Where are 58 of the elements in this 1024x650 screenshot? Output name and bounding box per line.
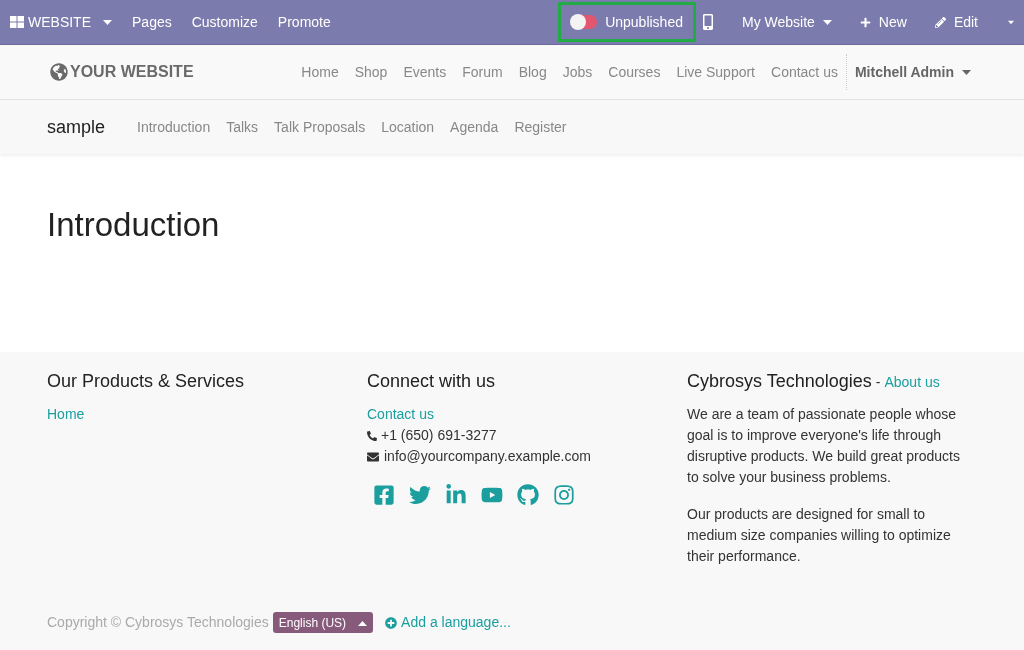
event-nav-link[interactable]: Location: [381, 116, 435, 138]
email-address: info@yourcompany.example.com: [384, 447, 591, 466]
nav-link[interactable]: Shop: [354, 61, 388, 83]
phone-icon: [367, 430, 377, 441]
footer-heading: Our Products & Services: [47, 370, 246, 393]
about-us-link[interactable]: About us: [884, 372, 940, 393]
site-logo[interactable]: YOUR WEBSITE: [50, 60, 194, 84]
edit-button[interactable]: Edit: [934, 11, 978, 33]
event-title: sample: [47, 115, 106, 139]
nav-link[interactable]: Home: [301, 61, 339, 83]
grid-icon: [10, 16, 24, 28]
linkedin-icon[interactable]: [445, 484, 467, 506]
caret-icon: [103, 19, 112, 25]
phone-number: +1 (650) 691-3277: [381, 426, 497, 445]
nav-link[interactable]: Courses: [608, 61, 661, 83]
nav-link[interactable]: Contact us: [771, 61, 838, 83]
instagram-icon[interactable]: [553, 484, 575, 506]
globe-icon: [50, 63, 68, 81]
separator: -: [875, 373, 881, 392]
admin-menu-item[interactable]: Pages: [132, 11, 172, 33]
mobile-preview-icon[interactable]: [702, 14, 714, 30]
footer-heading: Cybrosys Technologies: [687, 370, 872, 393]
footer-paragraph: Our products are designed for small to medium size companies willing to optimize their performance.: [687, 505, 952, 566]
footer-paragraph: We are a team of passionate people whose goal is to improve everyone's life through disruptive products. We build great products to solve your business problems.: [687, 405, 961, 487]
event-nav-link[interactable]: Introduction: [137, 116, 211, 138]
page-title: Introduction: [47, 205, 221, 245]
github-icon[interactable]: [517, 484, 539, 506]
user-menu[interactable]: Mitchell Admin: [854, 61, 971, 83]
caret-icon: [358, 620, 368, 626]
nav-link[interactable]: Blog: [518, 61, 547, 83]
caret-icon: [1008, 19, 1014, 25]
copyright-text: Copyright © Cybrosys Technologies: [47, 613, 269, 632]
admin-menu-item[interactable]: Customize: [191, 11, 258, 33]
caret-icon: [962, 69, 971, 75]
event-nav-link[interactable]: Talks: [226, 116, 259, 138]
admin-menu-item[interactable]: Promote: [277, 11, 331, 33]
nav-link[interactable]: Events: [403, 61, 447, 83]
footer-link[interactable]: Home: [47, 404, 367, 425]
nav-link[interactable]: Forum: [462, 61, 503, 83]
app-menu-button[interactable]: WEBSITE: [10, 11, 112, 33]
facebook-icon[interactable]: [373, 484, 395, 506]
footer-heading: Connect with us: [367, 370, 497, 393]
event-nav-link[interactable]: Register: [514, 116, 567, 138]
pencil-icon: [934, 16, 946, 28]
publish-toggle[interactable]: Unpublished: [571, 11, 683, 33]
add-language-link[interactable]: Add a language...: [385, 612, 511, 633]
nav-link[interactable]: Live Support: [676, 61, 755, 83]
envelope-icon: [367, 450, 379, 463]
nav-link[interactable]: Jobs: [562, 61, 593, 83]
event-nav-link[interactable]: Agenda: [450, 116, 499, 138]
footer-link[interactable]: Contact us: [367, 404, 687, 425]
caret-icon: [822, 19, 832, 25]
plus-icon: [859, 16, 871, 28]
language-selector[interactable]: English (US): [272, 612, 374, 633]
website-switcher[interactable]: My Website: [742, 11, 832, 33]
twitter-icon[interactable]: [409, 484, 431, 506]
event-nav-link[interactable]: Talk Proposals: [274, 116, 366, 138]
new-button[interactable]: New: [859, 11, 907, 33]
